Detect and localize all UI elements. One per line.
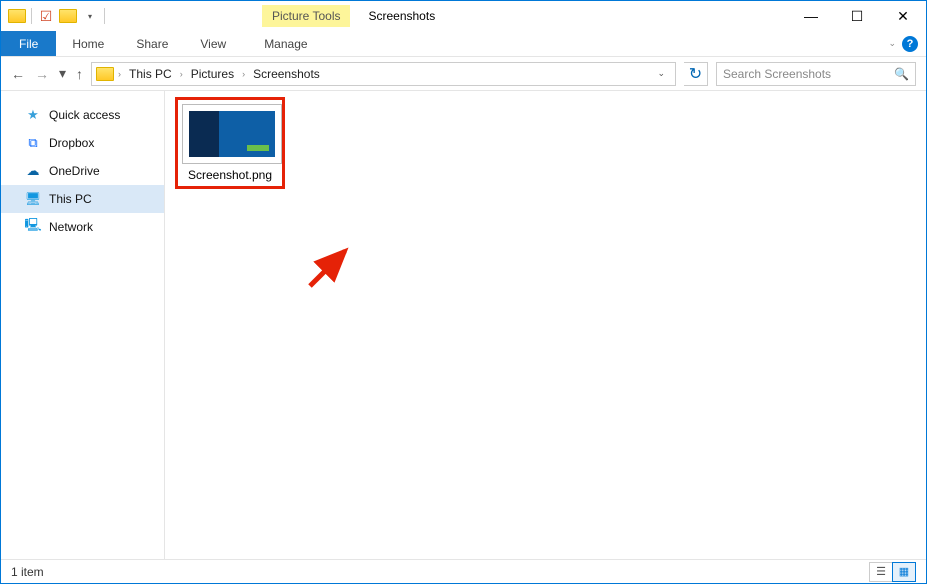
refresh-button[interactable]: ↻ xyxy=(684,62,708,86)
network-icon: 🖳 xyxy=(25,219,41,235)
address-bar[interactable]: › This PC › Pictures › Screenshots ⌄ xyxy=(91,62,676,86)
sidebar-item-label: This PC xyxy=(49,192,92,206)
item-count: 1 item xyxy=(11,565,44,579)
quick-access-toolbar: ☑ ▾ xyxy=(1,6,107,26)
properties-icon[interactable]: ☑ xyxy=(36,6,56,26)
window-controls: — ☐ ✕ xyxy=(788,1,926,31)
sidebar-item-label: Quick access xyxy=(49,108,120,122)
explorer-body: ★ Quick access ⧉ Dropbox ☁ OneDrive 🖥 Th… xyxy=(1,91,926,559)
folder-icon xyxy=(7,6,27,26)
chevron-right-icon[interactable]: › xyxy=(118,69,121,79)
ribbon-expand-icon[interactable]: ⌄ xyxy=(888,38,896,49)
tab-home[interactable]: Home xyxy=(56,31,120,56)
minimize-button[interactable]: — xyxy=(788,1,834,31)
history-dropdown-icon[interactable]: ▾ xyxy=(59,65,66,82)
monitor-icon: 🖥 xyxy=(25,191,41,207)
sidebar-item-this-pc[interactable]: 🖥 This PC xyxy=(1,185,164,213)
new-folder-icon[interactable] xyxy=(58,6,78,26)
window-title: Screenshots xyxy=(368,9,435,23)
address-dropdown-icon[interactable]: ⌄ xyxy=(651,68,671,79)
sidebar-item-quick-access[interactable]: ★ Quick access xyxy=(1,101,164,129)
close-button[interactable]: ✕ xyxy=(880,1,926,31)
status-bar: 1 item ☰ ▦ xyxy=(1,559,926,583)
sidebar-item-network[interactable]: 🖳 Network xyxy=(1,213,164,241)
file-view[interactable]: Screenshot.png xyxy=(165,91,926,559)
file-tab[interactable]: File xyxy=(1,31,56,56)
breadcrumb-segment[interactable]: Screenshots xyxy=(249,67,324,81)
nav-arrows: ← → ▾ ↑ xyxy=(11,65,83,82)
details-view-button[interactable]: ☰ xyxy=(869,562,893,582)
star-icon: ★ xyxy=(25,107,41,123)
tab-manage[interactable]: Manage xyxy=(248,31,323,56)
search-input[interactable]: Search Screenshots 🔍 xyxy=(716,62,916,86)
up-button[interactable]: ↑ xyxy=(76,66,83,82)
navigation-pane: ★ Quick access ⧉ Dropbox ☁ OneDrive 🖥 Th… xyxy=(1,91,165,559)
back-button[interactable]: ← xyxy=(11,66,25,82)
view-mode-toggles: ☰ ▦ xyxy=(870,562,916,582)
ribbon-tabs: File Home Share View Manage ⌄ ? xyxy=(1,31,926,57)
navigation-bar: ← → ▾ ↑ › This PC › Pictures › Screensho… xyxy=(1,57,926,91)
maximize-button[interactable]: ☐ xyxy=(834,1,880,31)
sidebar-item-dropbox[interactable]: ⧉ Dropbox xyxy=(1,129,164,157)
thumbnails-view-button[interactable]: ▦ xyxy=(892,562,916,582)
folder-icon xyxy=(96,67,114,81)
help-icon[interactable]: ? xyxy=(902,36,918,52)
file-item[interactable]: Screenshot.png xyxy=(175,97,285,189)
chevron-right-icon[interactable]: › xyxy=(242,69,245,79)
forward-button[interactable]: → xyxy=(35,66,49,82)
chevron-right-icon[interactable]: › xyxy=(180,69,183,79)
sidebar-item-label: OneDrive xyxy=(49,164,100,178)
dropbox-icon: ⧉ xyxy=(25,135,41,151)
tab-view[interactable]: View xyxy=(184,31,242,56)
annotation-arrow-icon xyxy=(305,241,355,291)
file-name: Screenshot.png xyxy=(182,168,278,182)
titlebar: ☑ ▾ Picture Tools Screenshots — ☐ ✕ xyxy=(1,1,926,31)
search-placeholder: Search Screenshots xyxy=(723,67,831,81)
sidebar-item-label: Dropbox xyxy=(49,136,94,150)
breadcrumb-segment[interactable]: This PC xyxy=(125,67,176,81)
qat-dropdown-icon[interactable]: ▾ xyxy=(80,6,100,26)
contextual-tab-label: Picture Tools xyxy=(262,5,350,27)
separator xyxy=(104,8,105,24)
cloud-icon: ☁ xyxy=(25,163,41,179)
tab-share[interactable]: Share xyxy=(120,31,184,56)
separator xyxy=(31,8,32,24)
search-icon: 🔍 xyxy=(894,67,909,81)
file-thumbnail xyxy=(182,104,282,164)
sidebar-item-label: Network xyxy=(49,220,93,234)
breadcrumb-segment[interactable]: Pictures xyxy=(187,67,238,81)
sidebar-item-onedrive[interactable]: ☁ OneDrive xyxy=(1,157,164,185)
